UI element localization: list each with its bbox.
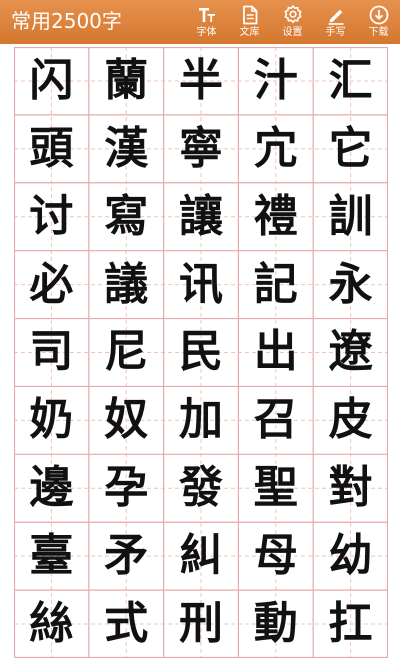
character-cell[interactable]: 永 [313, 251, 388, 319]
character-cell[interactable]: 漢 [89, 115, 164, 183]
pen-icon [328, 9, 343, 25]
character-cell[interactable]: 汁 [238, 47, 313, 115]
document-icon [242, 5, 257, 25]
character-cell[interactable]: 頭 [14, 115, 89, 183]
download-label: 下载 [368, 27, 389, 38]
character-cell[interactable]: 蘭 [89, 47, 164, 115]
character-cell[interactable]: 讓 [164, 183, 239, 251]
character-cell[interactable]: 讨 [14, 183, 89, 251]
character-cell[interactable]: 扛 [313, 590, 388, 658]
download-button[interactable]: 下载 [357, 0, 400, 44]
character-cell[interactable]: 奶 [14, 386, 89, 454]
character-cell[interactable]: 宂 [238, 115, 313, 183]
character-cell[interactable]: 式 [89, 590, 164, 658]
library-button[interactable]: 文库 [228, 0, 271, 44]
character-cell[interactable]: 幼 [313, 522, 388, 590]
app-title: 常用2500字 [11, 9, 122, 33]
character-cell[interactable]: 召 [238, 386, 313, 454]
character-cell[interactable]: 寧 [164, 115, 239, 183]
font-button[interactable]: 字体 [185, 0, 228, 44]
character-cell[interactable]: 糾 [164, 522, 239, 590]
character-cell[interactable]: 刑 [164, 590, 239, 658]
character-cell[interactable]: 矛 [89, 522, 164, 590]
character-cell[interactable]: 遼 [313, 319, 388, 387]
handwriting-button[interactable]: 手写 [314, 0, 357, 44]
character-cell[interactable]: 邊 [14, 454, 89, 522]
character-cell[interactable]: 奴 [89, 386, 164, 454]
character-cell[interactable]: 記 [238, 251, 313, 319]
character-cell[interactable]: 聖 [238, 454, 313, 522]
settings-button[interactable]: 设置 [271, 0, 314, 44]
character-cell[interactable]: 汇 [313, 47, 388, 115]
character-cell[interactable]: 禮 [238, 183, 313, 251]
character-cell[interactable]: 加 [164, 386, 239, 454]
character-cell[interactable]: 動 [238, 590, 313, 658]
download-icon [369, 5, 388, 25]
practice-sheet: 闪蘭半汁汇頭漢寧宂它讨寫讓禮訓必議讯記永司尼民出遼奶奴加召皮邊孕發聖對臺矛糾母幼… [14, 47, 388, 658]
character-cell[interactable]: 絲 [14, 590, 89, 658]
character-cell[interactable]: 它 [313, 115, 388, 183]
character-cell[interactable]: 對 [313, 454, 388, 522]
character-cell[interactable]: 必 [14, 251, 89, 319]
handwriting-label: 手写 [325, 27, 346, 38]
character-cell[interactable]: 司 [14, 319, 89, 387]
font-size-icon [198, 8, 215, 22]
character-cell[interactable]: 民 [164, 319, 239, 387]
character-cell[interactable]: 臺 [14, 522, 89, 590]
character-cell[interactable]: 尼 [89, 319, 164, 387]
character-cell[interactable]: 讯 [164, 251, 239, 319]
font-label: 字体 [196, 27, 217, 38]
character-cell[interactable]: 出 [238, 319, 313, 387]
character-cell[interactable]: 發 [164, 454, 239, 522]
character-cell[interactable]: 議 [89, 251, 164, 319]
character-cell[interactable]: 孕 [89, 454, 164, 522]
character-cell[interactable]: 母 [238, 522, 313, 590]
gear-icon [284, 5, 301, 24]
character-cell[interactable]: 半 [164, 47, 239, 115]
toolbar: 字体 文库 设置 手写 下载 [185, 0, 400, 44]
character-cell[interactable]: 訓 [313, 183, 388, 251]
settings-label: 设置 [282, 27, 303, 38]
character-cell[interactable]: 皮 [313, 386, 388, 454]
app-header: 常用2500字 字体 文库 设置 手写 下载 [0, 0, 400, 44]
library-label: 文库 [239, 27, 260, 38]
character-cell[interactable]: 寫 [89, 183, 164, 251]
character-cell[interactable]: 闪 [14, 47, 89, 115]
